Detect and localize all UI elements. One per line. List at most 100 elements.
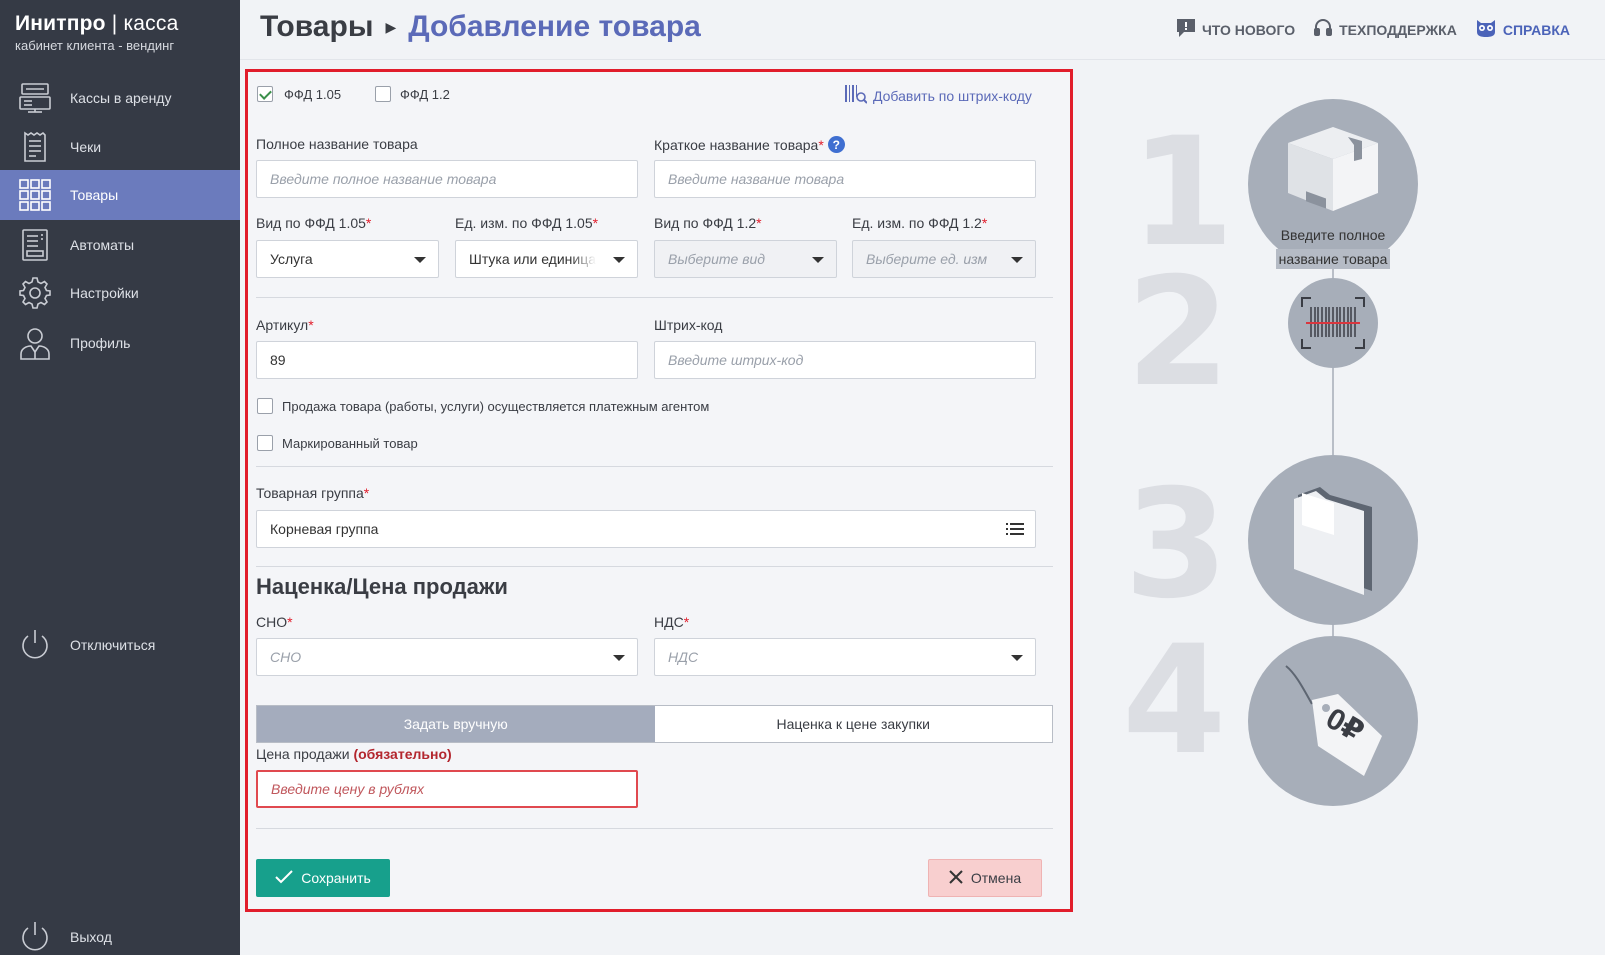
caret-down-icon xyxy=(613,655,625,661)
headset-icon xyxy=(1313,18,1333,41)
box-icon xyxy=(1278,119,1388,224)
brand-subtitle: кабинет клиента - вендинг xyxy=(15,38,175,53)
short-name-label: Краткое название товара * ? xyxy=(654,136,845,153)
caret-down-icon xyxy=(414,257,426,263)
kind12-label-text: Вид по ФФД 1.2 xyxy=(654,215,757,231)
list-icon[interactable] xyxy=(1006,522,1024,539)
divider xyxy=(256,297,1053,298)
cash-register-icon xyxy=(0,81,70,115)
sidebar: Инитпро | касса кабинет клиента - вендин… xyxy=(0,0,240,955)
top-header: Товары ▶ Добавление товара ЧТО НОВОГО ТЕ… xyxy=(240,0,1605,60)
payment-agent-checkbox[interactable] xyxy=(257,398,273,414)
sidebar-item-label: Чеки xyxy=(70,139,102,155)
article-label-text: Артикул xyxy=(256,317,309,333)
add-product-form: ФФД 1.05 ФФД 1.2 Добавить по штрих-коду … xyxy=(245,69,1073,912)
price-input[interactable]: Введите цену в рублях xyxy=(256,770,638,808)
sidebar-item-rental[interactable]: Кассы в аренду xyxy=(0,73,240,123)
step3-circle xyxy=(1248,455,1418,625)
article-label: Артикул* xyxy=(256,317,314,333)
help-label: СПРАВКА xyxy=(1502,21,1570,38)
short-name-input[interactable]: Введите название товара xyxy=(654,160,1036,198)
mode-markup-tab[interactable]: Наценка к цене закупки xyxy=(655,706,1053,742)
price-label-text: Цена продажи xyxy=(256,746,350,762)
sidebar-item-label: Настройки xyxy=(70,285,139,301)
ffd12-label: ФФД 1.2 xyxy=(400,87,450,102)
required-mark: * xyxy=(981,215,988,231)
logout-button[interactable]: Выход xyxy=(0,912,240,955)
ffd105-checkbox[interactable] xyxy=(257,86,273,102)
kind12-placeholder: Выберите вид xyxy=(668,251,766,267)
sno-label-text: СНО xyxy=(256,614,288,630)
barcode-input[interactable]: Введите штрих-код xyxy=(654,341,1036,379)
step-number-4: 4 xyxy=(1122,614,1227,788)
full-name-placeholder: Введите полное название товара xyxy=(270,171,497,187)
kind12-label: Вид по ФФД 1.2* xyxy=(654,215,762,231)
sidebar-item-goods[interactable]: Товары xyxy=(0,170,240,220)
divider xyxy=(256,466,1053,467)
step1-hint: Введите полное название товара xyxy=(1270,223,1396,271)
mode-manual-tab[interactable]: Задать вручную xyxy=(257,706,655,742)
breadcrumb-root[interactable]: Товары xyxy=(260,10,373,44)
support-link[interactable]: ТЕХПОДДЕРЖКА xyxy=(1313,18,1457,41)
vat-label-text: НДС xyxy=(654,614,684,630)
caret-down-icon xyxy=(812,257,824,263)
sidebar-item-settings[interactable]: Настройки xyxy=(0,268,240,318)
vat-select[interactable]: НДС xyxy=(654,638,1036,676)
help-link[interactable]: СПРАВКА xyxy=(1475,18,1570,41)
disconnect-button[interactable]: Отключиться xyxy=(0,620,240,670)
divider xyxy=(256,566,1053,567)
vending-machine-icon xyxy=(0,228,70,262)
required-mark: * xyxy=(683,614,690,630)
divider xyxy=(256,828,1053,829)
help-question-icon[interactable]: ? xyxy=(827,136,845,153)
brand-name: Инитпро | касса xyxy=(15,12,178,36)
brand: Инитпро | касса кабинет клиента - вендин… xyxy=(15,12,178,53)
short-name-label-text: Краткое название товара xyxy=(654,136,819,153)
price-placeholder: Введите цену в рублях xyxy=(271,781,424,797)
folder-icon xyxy=(1290,485,1380,600)
full-name-input[interactable]: Введите полное название товара xyxy=(256,160,638,198)
power-icon xyxy=(0,628,70,662)
speech-bubble-icon xyxy=(1176,18,1196,41)
article-input[interactable]: 89 xyxy=(256,341,638,379)
unit105-label: Ед. изм. по ФФД 1.05* xyxy=(455,215,598,231)
sno-placeholder: СНО xyxy=(270,649,302,665)
add-by-barcode-link[interactable]: Добавить по штрих-коду xyxy=(845,84,1032,107)
marked-goods-checkbox[interactable] xyxy=(257,435,273,451)
brand-name-bold: Инитпро xyxy=(15,12,106,35)
unit105-select[interactable]: Штука или единица xyxy=(455,240,638,278)
whats-new-link[interactable]: ЧТО НОВОГО xyxy=(1176,18,1295,41)
receipt-icon xyxy=(0,130,70,164)
unit12-select[interactable]: Выберите ед. изм xyxy=(852,240,1036,278)
article-value: 89 xyxy=(270,352,286,368)
barcode-placeholder: Введите штрих-код xyxy=(668,352,804,368)
save-button[interactable]: Сохранить xyxy=(256,859,390,897)
caret-down-icon xyxy=(613,257,625,263)
kind12-select[interactable]: Выберите вид xyxy=(654,240,837,278)
price-label: Цена продажи (обязательно) xyxy=(256,746,452,762)
grid-icon xyxy=(0,178,70,212)
required-mark: * xyxy=(365,215,372,231)
required-mark: * xyxy=(363,485,370,501)
add-by-barcode-label: Добавить по штрих-коду xyxy=(873,87,1032,104)
ffd12-checkbox[interactable] xyxy=(375,86,391,102)
cancel-button[interactable]: Отмена xyxy=(928,859,1042,897)
sidebar-item-profile[interactable]: Профиль xyxy=(0,318,240,368)
unit105-label-text: Ед. изм. по ФФД 1.05 xyxy=(455,215,593,231)
sidebar-item-receipts[interactable]: Чеки xyxy=(0,122,240,172)
kind105-label-text: Вид по ФФД 1.05 xyxy=(256,215,366,231)
header-tools: ЧТО НОВОГО ТЕХПОДДЕРЖКА СПРАВКА xyxy=(1176,18,1570,41)
barcode-scan-icon xyxy=(845,84,868,107)
sidebar-item-machines[interactable]: Автоматы xyxy=(0,220,240,270)
required-mark: * xyxy=(287,614,293,630)
full-name-label: Полное название товара xyxy=(256,136,418,152)
page-title: Добавление товара xyxy=(408,10,701,43)
check-icon xyxy=(275,869,293,887)
group-label-text: Товарная группа xyxy=(256,485,364,501)
group-picker[interactable]: Корневая группа xyxy=(256,510,1036,548)
kind105-select[interactable]: Услуга xyxy=(256,240,439,278)
vat-placeholder: НДС xyxy=(668,649,699,665)
sidebar-item-label: Автоматы xyxy=(70,237,135,253)
marked-goods-label: Маркированный товар xyxy=(282,436,418,451)
sno-select[interactable]: СНО xyxy=(256,638,638,676)
